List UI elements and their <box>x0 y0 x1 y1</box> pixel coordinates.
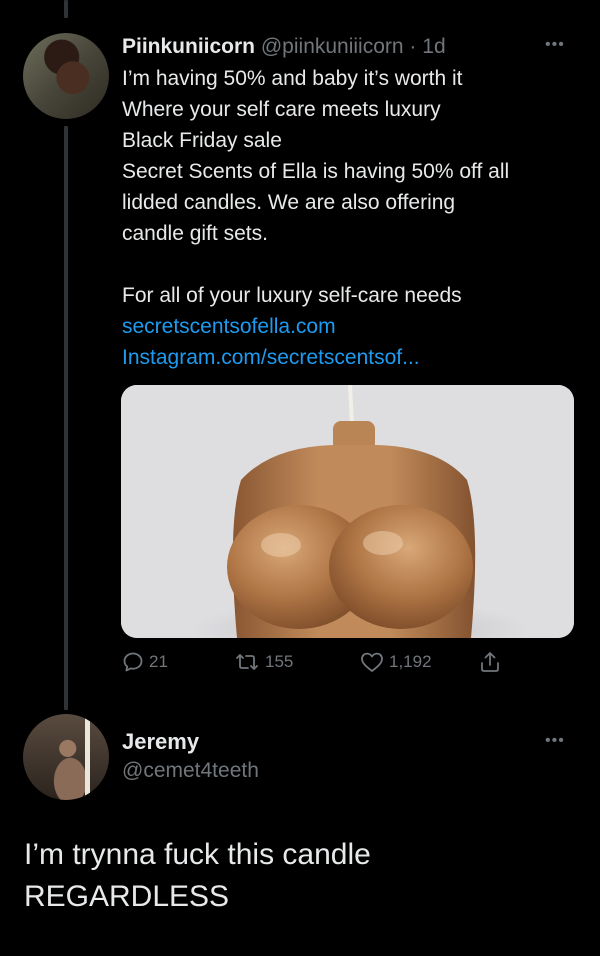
tweet-line: Black Friday sale <box>122 129 282 152</box>
tweet-line: For all of your luxury self-care needs <box>122 284 462 307</box>
tweet-line: candle gift sets. <box>122 222 268 245</box>
user-handle[interactable]: @piinkuniiicorn <box>261 35 404 58</box>
tweet-line: Where your self care meets luxury <box>122 98 441 121</box>
tweet-media-image[interactable] <box>121 385 574 638</box>
separator-dot: · <box>409 35 417 58</box>
avatar[interactable] <box>23 33 109 119</box>
tweet-line: I’m having 50% and baby it’s worth it <box>122 67 463 90</box>
retweet-button[interactable]: 155 <box>233 650 293 674</box>
reply-count: 21 <box>149 652 168 671</box>
reply-line: I’m trynna fuck this candle <box>24 838 371 871</box>
timestamp[interactable]: 1d <box>422 35 445 58</box>
like-icon <box>361 652 383 672</box>
website-link[interactable]: secretscentsofella.com <box>122 311 592 342</box>
reply-display-name[interactable]: Jeremy <box>122 728 199 756</box>
like-count: 1,192 <box>389 652 432 671</box>
share-button[interactable] <box>478 650 502 674</box>
instagram-link[interactable]: Instagram.com/secretscentsof... <box>122 342 592 373</box>
tweet-header: Piinkuniicorn @piinkuniiicorn · 1d <box>122 33 446 61</box>
share-icon <box>481 652 499 672</box>
tweet-line: Secret Scents of Ella is having 50% off … <box>122 160 510 183</box>
thread-line-top <box>64 0 68 18</box>
display-name[interactable]: Piinkuniicorn <box>122 35 255 58</box>
reply-line: REGARDLESS <box>24 880 230 913</box>
thread-connector-line <box>64 126 68 710</box>
retweet-count: 155 <box>265 652 294 671</box>
more-options-icon[interactable]: ••• <box>545 733 565 749</box>
retweet-icon <box>236 654 258 670</box>
reply-user-handle[interactable]: @cemet4teeth <box>122 757 259 785</box>
reply-avatar[interactable] <box>23 714 109 800</box>
reply-icon <box>123 652 143 672</box>
reply-text: I’m trynna fuck this candle REGARDLESS <box>24 834 371 918</box>
candle-photo <box>121 385 574 638</box>
reply-button[interactable]: 21 <box>121 650 168 674</box>
like-button[interactable]: 1,192 <box>359 650 432 674</box>
tweet-text: I’m having 50% and baby it’s worth it Wh… <box>122 63 592 373</box>
more-options-icon[interactable]: ••• <box>545 37 565 53</box>
tweet-line: lidded candles. We are also offering <box>122 191 456 214</box>
